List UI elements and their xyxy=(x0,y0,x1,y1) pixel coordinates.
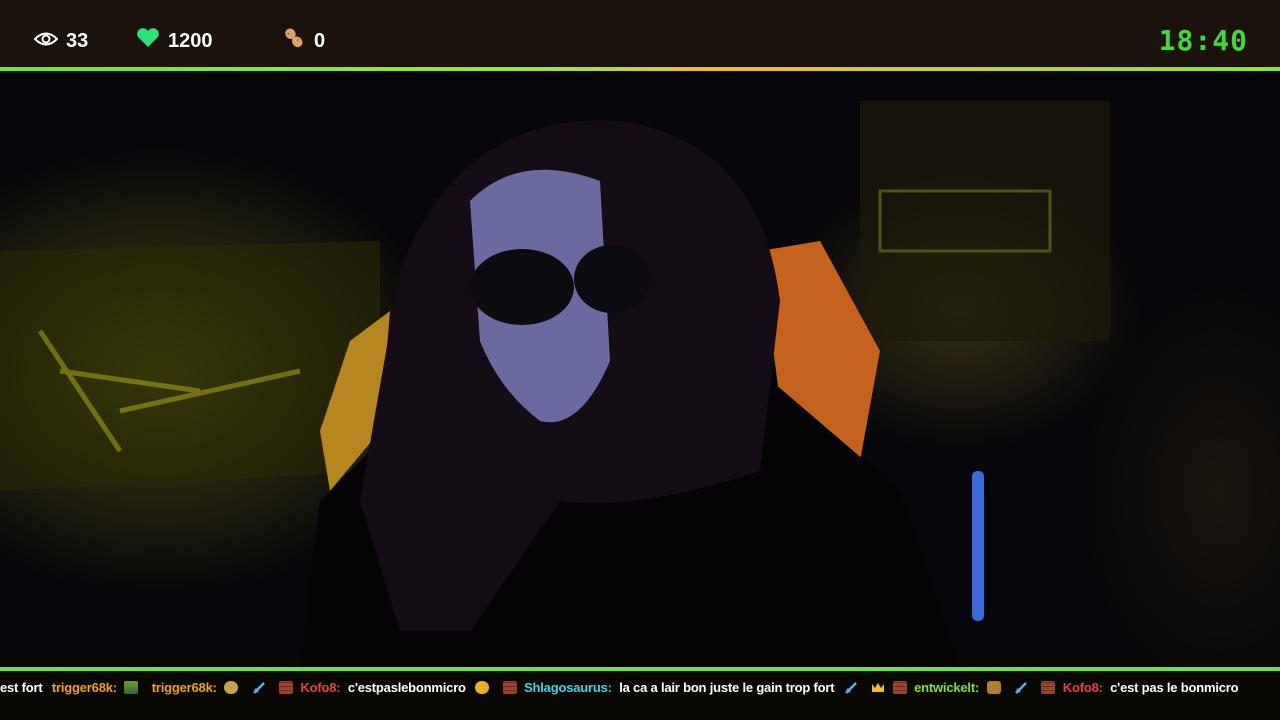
chat-message: entwickelt: xyxy=(871,680,1004,695)
video-feed xyxy=(0,71,1280,668)
chat-message: Shlagosaurus: la ca a lair bon juste le … xyxy=(502,680,835,695)
brick-emote xyxy=(279,681,293,694)
chat-message: trigger68k: xyxy=(52,680,142,695)
sword-icon xyxy=(1014,681,1028,694)
crown-emote xyxy=(871,681,885,694)
badge-emote xyxy=(986,681,1001,694)
viewer-count: 33 xyxy=(33,28,89,54)
chat-message xyxy=(475,680,493,695)
chat-username: Kofo8: xyxy=(1062,680,1103,695)
chat-username: trigger68k: xyxy=(151,680,217,695)
viewer-count-value: 33 xyxy=(66,29,89,52)
chat-message xyxy=(1014,680,1032,695)
chat-message xyxy=(252,680,270,695)
peanut-count-value: 0 xyxy=(314,29,326,52)
chat-message-text: c'est pas le bonmicro xyxy=(1110,680,1239,695)
face-emote xyxy=(224,681,239,694)
chat-message: est fort xyxy=(0,680,43,695)
chat-message-text: est fort xyxy=(0,680,43,695)
chat-message: Kofo8: c'estpaslebonmicro xyxy=(279,680,466,695)
pixel-emote xyxy=(124,681,139,694)
sword-icon xyxy=(844,681,858,694)
chat-message-text: la ca a lair bon juste le gain trop fort xyxy=(619,680,835,695)
chat-username: entwickelt: xyxy=(914,680,980,695)
streamer-silhouette xyxy=(0,101,1110,668)
chat-ticker-track: est fort trigger68k: trigger68k: Kofo8: … xyxy=(0,680,1244,695)
chat-username: Shlagosaurus: xyxy=(524,680,612,695)
heart-icon xyxy=(136,28,160,54)
clock: 18:40 xyxy=(1158,24,1248,57)
chat-username: trigger68k: xyxy=(51,680,117,695)
chat-message: Kofo8: c'est pas le bonmicro xyxy=(1041,680,1239,695)
coin-emote xyxy=(475,681,490,694)
stats-bar: 33 1200 0 18:40 xyxy=(0,0,1280,68)
brick-emote xyxy=(1041,681,1056,694)
chat-message-text: c'estpaslebonmicro xyxy=(347,680,466,695)
chat-message: trigger68k: xyxy=(152,680,242,695)
peanut-count: 0 xyxy=(282,28,325,54)
chat-message xyxy=(844,680,862,695)
brick-emote xyxy=(892,681,907,694)
peanut-icon xyxy=(282,26,306,56)
eye-icon xyxy=(33,30,59,53)
like-count: 1200 xyxy=(136,28,213,54)
chat-ticker: est fort trigger68k: trigger68k: Kofo8: … xyxy=(0,671,1280,720)
like-count-value: 1200 xyxy=(168,29,213,52)
chat-username: Kofo8: xyxy=(300,680,341,695)
brick-emote xyxy=(502,681,517,694)
sword-icon xyxy=(252,681,266,694)
